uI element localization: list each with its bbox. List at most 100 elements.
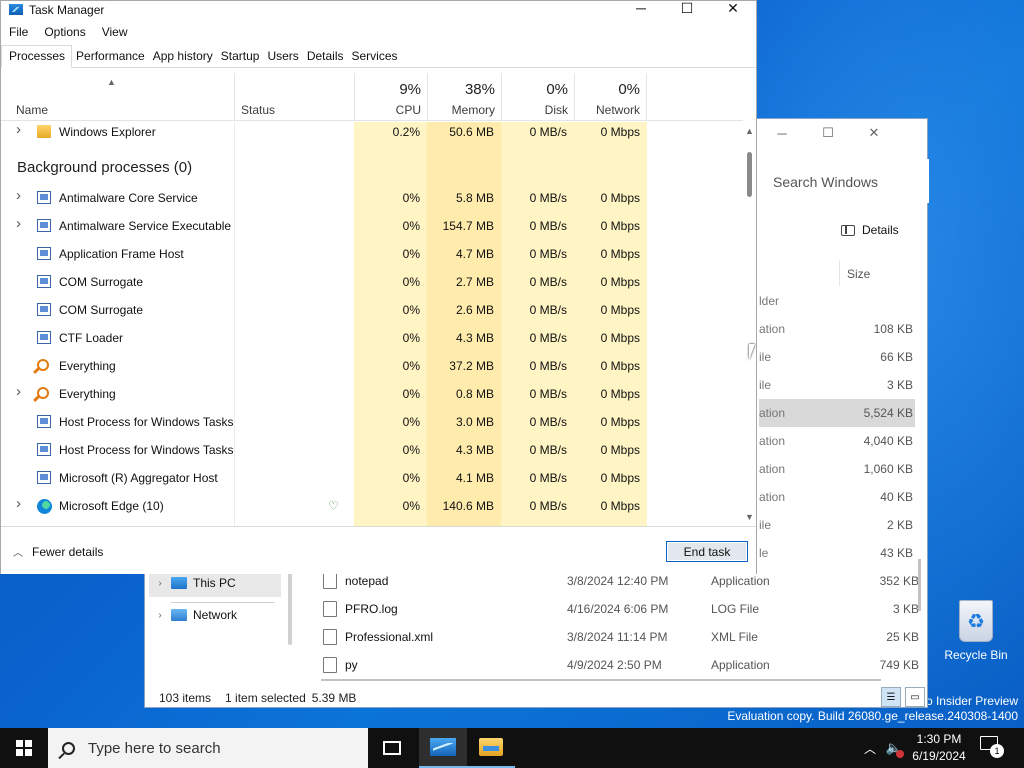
chevron-right-icon[interactable]: › <box>16 187 21 204</box>
file-type: LOG File <box>711 602 760 616</box>
chevron-right-icon[interactable]: › <box>16 122 21 138</box>
process-row[interactable]: Microsoft (R) Aggregator Host 0% 4.1 MB 0 M… <box>1 464 743 492</box>
action-center-button[interactable]: 1 <box>980 736 1004 758</box>
file-row[interactable]: ation 40 KB <box>759 483 915 511</box>
process-memory: 37.2 MB <box>449 359 494 373</box>
clock-time: 1:30 PM <box>916 732 962 746</box>
folder-icon <box>479 738 503 756</box>
column-header-disk[interactable]: 0% Disk <box>501 73 574 121</box>
process-row[interactable]: CTF Loader 0% 4.3 MB 0 MB/s 0 Mbps <box>1 324 743 352</box>
process-network: 0 Mbps <box>600 387 640 401</box>
file-row[interactable]: ile 66 KB <box>759 343 915 371</box>
column-header-status[interactable]: Status <box>234 73 354 121</box>
file-row[interactable]: ation 5,524 KB <box>759 399 915 427</box>
background-processes-header[interactable]: Background processes (0) <box>17 159 192 176</box>
menu-item-view[interactable]: View <box>94 25 136 39</box>
process-row[interactable]: COM Surrogate 0% 2.7 MB 0 MB/s 0 Mbps <box>1 268 743 296</box>
file-row[interactable]: Professional.xml 3/8/2024 11:14 PM XML Fil… <box>305 623 925 651</box>
horizontal-scrollbar[interactable] <box>321 679 881 681</box>
recycle-bin-shortcut[interactable]: Recycle Bin <box>940 600 1012 662</box>
tab-app-history[interactable]: App history <box>149 46 217 67</box>
explorer-status-bar: 103 items 1 item selected 5.39 MB <box>159 691 356 705</box>
file-row[interactable]: ile 2 KB <box>759 511 915 539</box>
maximize-icon[interactable]: ☐ <box>805 119 851 147</box>
selected-count: 1 item selected <box>225 691 306 705</box>
file-row[interactable]: le 43 KB <box>759 539 915 567</box>
chevron-right-icon[interactable]: › <box>16 383 21 400</box>
chevron-right-icon[interactable]: › <box>149 610 171 621</box>
tab-startup[interactable]: Startup <box>217 46 264 67</box>
file-type: ile <box>759 518 772 532</box>
column-header-memory[interactable]: 38% Memory <box>427 73 501 121</box>
close-icon[interactable]: ✕ <box>710 0 756 18</box>
process-row[interactable]: Everything 0% 37.2 MB 0 MB/s 0 Mbps <box>1 352 743 380</box>
chevron-right-icon[interactable]: › <box>16 215 21 232</box>
tab-details[interactable]: Details <box>303 46 348 67</box>
taskbar-search-placeholder: Type here to search <box>88 739 221 757</box>
vertical-scrollbar[interactable] <box>918 559 921 611</box>
chevron-right-icon[interactable]: › <box>16 495 21 512</box>
taskbar-file-explorer[interactable] <box>467 728 515 768</box>
process-name: Everything <box>59 359 116 373</box>
file-size: 108 KB <box>873 322 913 336</box>
volume-muted-icon[interactable]: 🔈 <box>882 740 906 758</box>
file-row[interactable]: ile 3 KB <box>759 371 915 399</box>
size-column-header[interactable]: Size <box>839 260 915 286</box>
column-header-name[interactable]: ▲ Name <box>1 73 234 121</box>
tab-users[interactable]: Users <box>263 46 302 67</box>
process-row[interactable]: › Everything 0% 0.8 MB 0 MB/s 0 Mbps <box>1 380 743 408</box>
end-task-button[interactable]: End task <box>666 541 748 562</box>
file-name: Professional.xml <box>345 630 434 644</box>
process-row[interactable]: › Windows Explorer 0.2% 50.6 MB 0 MB/s 0 Mbps <box>1 122 743 146</box>
search-icon <box>37 359 49 371</box>
nav-item-network[interactable]: › Network <box>149 601 281 629</box>
file-row[interactable]: ation 4,040 KB <box>759 427 915 455</box>
file-row[interactable]: ation 1,060 KB <box>759 455 915 483</box>
menu-item-file[interactable]: File <box>1 25 36 39</box>
task-manager-window[interactable]: Task Manager ─ ☐ ✕ File Options View Proce… <box>0 0 757 574</box>
explorer-search-input[interactable]: Search Windows <box>759 159 929 203</box>
process-cpu: 0% <box>402 443 420 457</box>
scroll-up-icon[interactable]: ▲ <box>745 126 754 136</box>
column-header-network[interactable]: 0% Network <box>574 73 647 121</box>
maximize-icon[interactable]: ☐ <box>664 0 710 18</box>
system-tray: ︿ 🔈 <box>858 728 906 768</box>
tab-performance[interactable]: Performance <box>72 46 149 67</box>
process-cpu: 0% <box>402 415 420 429</box>
process-row[interactable]: › Microsoft Edge (10) ♡ 0% 140.6 MB 0 MB/s 0 M… <box>1 492 743 520</box>
scroll-down-icon[interactable]: ▼ <box>745 512 754 522</box>
process-row[interactable]: › Antimalware Core Service 0% 5.8 MB 0 MB/s 0… <box>1 184 743 212</box>
tab-processes[interactable]: Processes <box>1 45 73 68</box>
menu-item-options[interactable]: Options <box>36 25 93 39</box>
file-row[interactable]: ation 108 KB <box>759 315 915 343</box>
file-row[interactable]: lder <box>759 287 915 315</box>
column-header-cpu[interactable]: 9% CPU <box>354 73 427 121</box>
start-button[interactable] <box>0 728 48 768</box>
details-pane-button[interactable]: Details <box>841 223 899 237</box>
minimize-icon[interactable]: ─ <box>759 119 805 147</box>
task-view-button[interactable] <box>368 728 416 768</box>
details-view-icon[interactable]: ☰ <box>881 687 901 707</box>
close-icon[interactable]: ✕ <box>851 119 897 147</box>
process-row[interactable]: Host Process for Windows Tasks 0% 3.0 MB 0 … <box>1 408 743 436</box>
scrollbar-thumb[interactable] <box>747 152 752 197</box>
file-size: 5,524 KB <box>863 406 913 420</box>
process-list-scrollbar[interactable]: ▲ ▼ <box>743 122 757 526</box>
process-row[interactable]: Application Frame Host 0% 4.7 MB 0 MB/s 0 Mb… <box>1 240 743 268</box>
file-row[interactable]: PFRO.log 4/16/2024 6:06 PM LOG File 3 KB <box>305 595 925 623</box>
taskbar-clock[interactable]: 1:30 PM 6/19/2024 <box>904 731 974 765</box>
nav-scrollbar[interactable] <box>288 569 292 645</box>
process-row[interactable]: Host Process for Windows Tasks 0% 4.3 MB 0 … <box>1 436 743 464</box>
taskbar-task-manager[interactable] <box>419 728 467 768</box>
tab-services[interactable]: Services <box>348 46 402 67</box>
fewer-details-toggle[interactable]: ︿ Fewer details <box>13 544 103 560</box>
taskbar-search-box[interactable]: Type here to search <box>48 728 368 768</box>
process-row[interactable]: › Antimalware Service Executable 0% 154.7 M… <box>1 212 743 240</box>
minimize-icon[interactable]: ─ <box>618 0 664 18</box>
process-row[interactable]: COM Surrogate 0% 2.6 MB 0 MB/s 0 Mbps <box>1 296 743 324</box>
window-icon <box>37 331 51 344</box>
chevron-right-icon[interactable]: › <box>149 578 171 589</box>
file-row[interactable]: py 4/9/2024 2:50 PM Application 749 KB <box>305 651 925 679</box>
chevron-up-icon[interactable]: ︿ <box>858 740 882 757</box>
large-icons-view-icon[interactable]: ▭ <box>905 687 925 707</box>
